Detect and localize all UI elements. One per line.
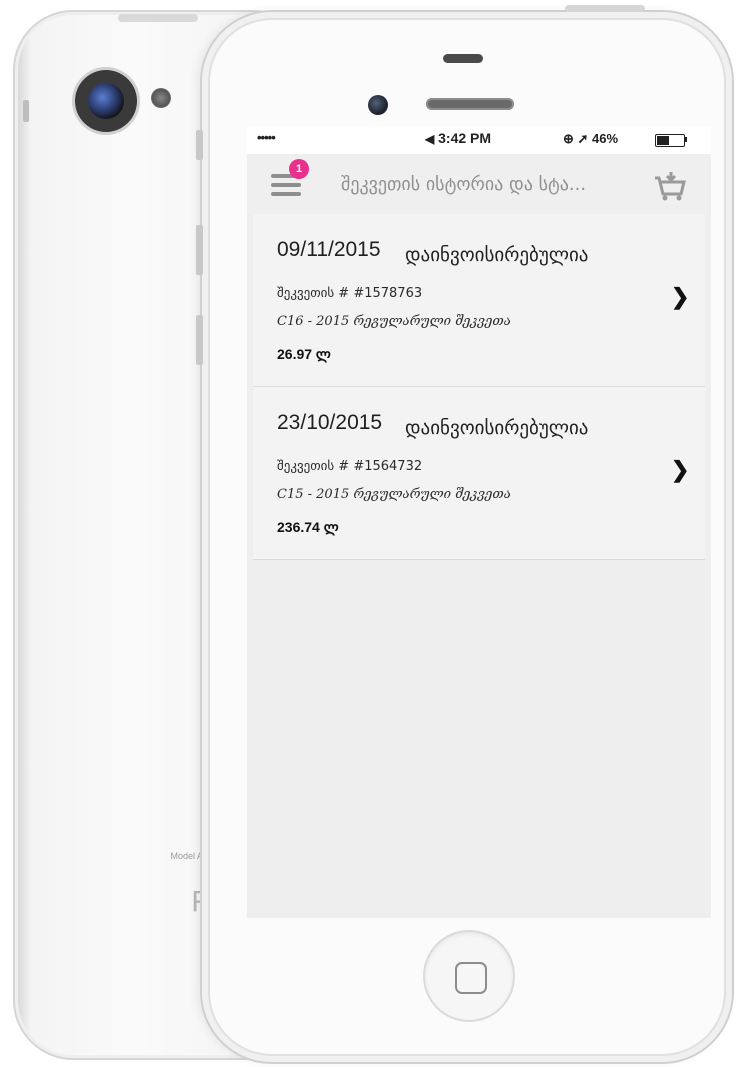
chevron-right-icon[interactable]: ❯: [671, 284, 689, 310]
order-amount: 26.97 ლ: [277, 346, 331, 362]
order-number: შეკვეთის # #1578763: [277, 286, 423, 301]
order-list: 09/11/2015 დაინვოისირებულია შეკვეთის # #…: [253, 214, 705, 560]
rear-camera-icon: [75, 70, 137, 132]
status-indicators: ⊕ ➚ 46%: [563, 131, 619, 146]
status-time: ◀ 3:42 PM: [425, 130, 492, 146]
signal-icon: •••••: [257, 130, 276, 145]
order-amount: 236.74 ლ: [277, 519, 339, 535]
order-status: დაინვოისირებულია: [405, 417, 589, 439]
list-item[interactable]: 23/10/2015 დაინვოისირებულია შეკვეთის # #…: [253, 387, 705, 560]
mute-switch: [196, 130, 203, 160]
cart-icon[interactable]: [651, 170, 687, 202]
back-power-button: [118, 14, 198, 22]
order-description: C16 - 2015 რეგულარული შეკვეთა: [277, 314, 511, 329]
order-date: 09/11/2015: [277, 238, 381, 261]
home-button[interactable]: [425, 932, 513, 1020]
front-camera-icon: [368, 95, 388, 115]
earpiece-speaker: [426, 98, 514, 110]
front-power-button: [565, 5, 645, 12]
flash-icon: [151, 88, 171, 108]
order-description: C15 - 2015 რეგულარული შეკვეთა: [277, 487, 511, 502]
page-title: შეკვეთის ისტორია და სტა...: [341, 174, 587, 195]
back-mute-switch: [23, 100, 29, 122]
volume-down-button: [196, 315, 203, 365]
list-item[interactable]: 09/11/2015 დაინვოისირებულია შეკვეთის # #…: [253, 214, 705, 387]
order-status: დაინვოისირებულია: [405, 244, 589, 266]
notification-badge: 1: [289, 159, 309, 179]
battery-tip: [685, 137, 687, 142]
battery-icon: [655, 134, 685, 147]
proximity-sensor: [443, 54, 483, 63]
status-bar: ••••• ◀ 3:42 PM ⊕ ➚ 46%: [247, 126, 711, 154]
app-screen: ••••• ◀ 3:42 PM ⊕ ➚ 46% 1 შეკვეთის ისტორ…: [247, 126, 711, 918]
order-number: შეკვეთის # #1564732: [277, 459, 423, 474]
order-date: 23/10/2015: [277, 411, 383, 434]
volume-up-button: [196, 225, 203, 275]
chevron-right-icon[interactable]: ❯: [671, 457, 689, 483]
app-header: 1 შეკვეთის ისტორია და სტა...: [247, 154, 711, 214]
wifi-icon: ◀: [425, 132, 435, 146]
